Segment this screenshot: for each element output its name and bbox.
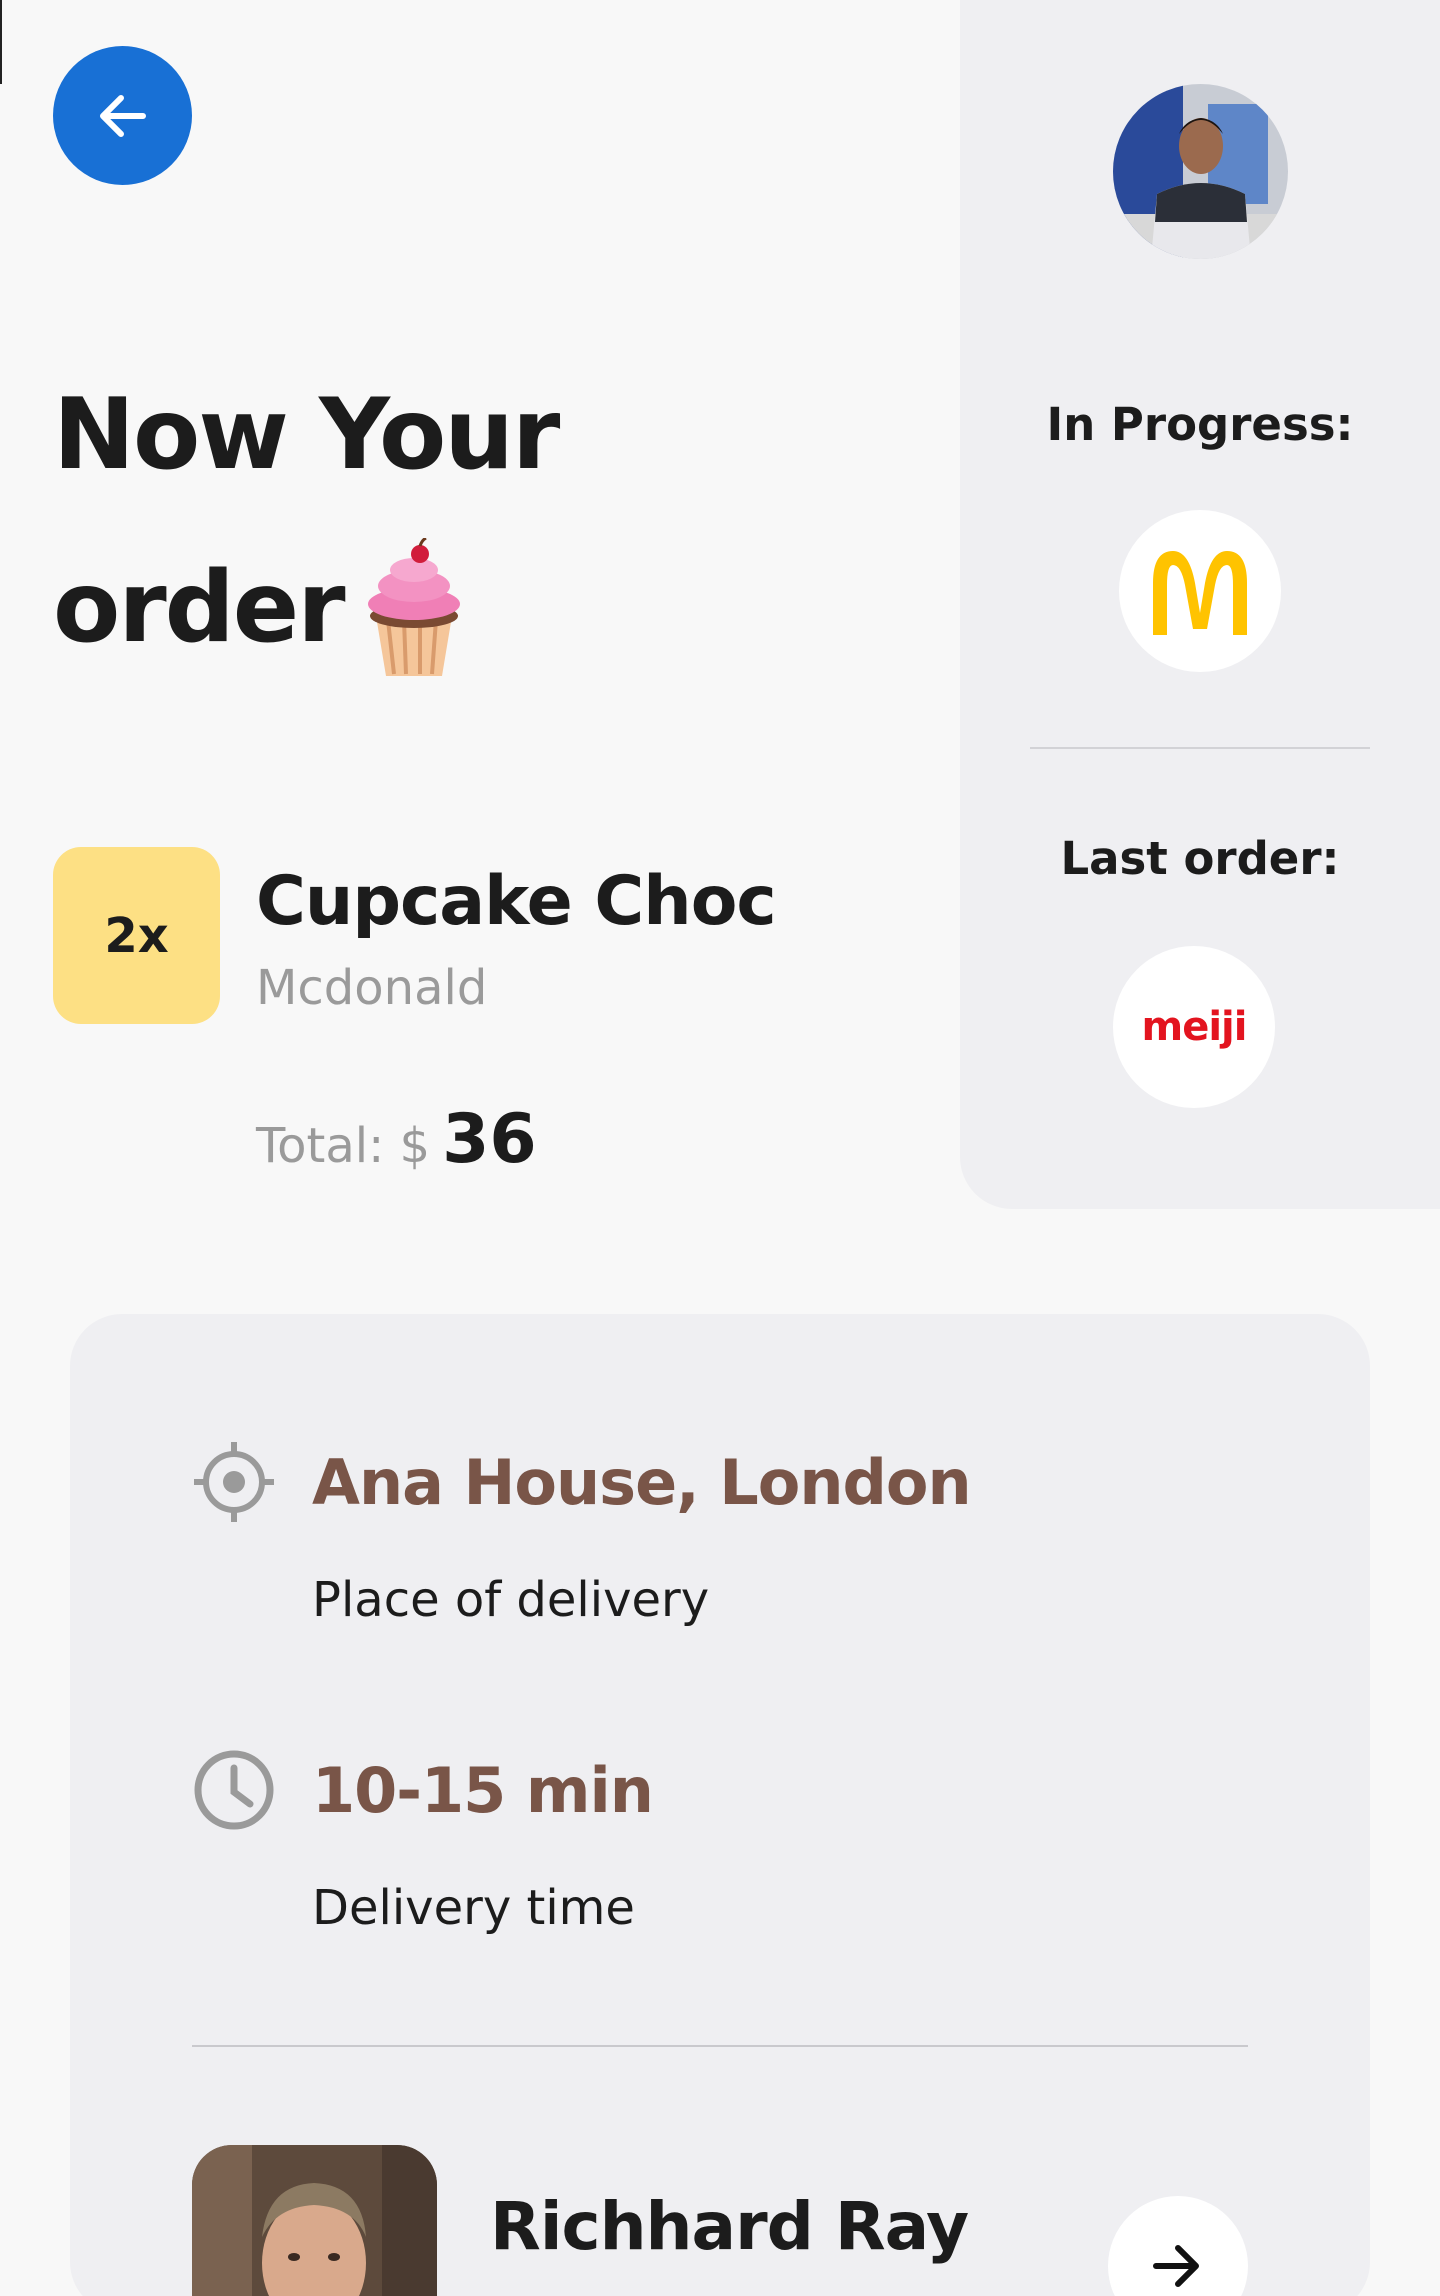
meiji-logo[interactable]: meiji xyxy=(1113,946,1275,1108)
card-divider xyxy=(192,2045,1248,2047)
page-title-text: order xyxy=(53,551,346,665)
arrow-right-icon xyxy=(1153,2245,1199,2287)
back-button[interactable] xyxy=(53,46,192,185)
order-total: Total: $ 36 xyxy=(256,1100,537,1179)
meiji-logo-text: meiji xyxy=(1141,1004,1248,1050)
location-target-icon xyxy=(194,1442,274,1522)
in-progress-label: In Progress: xyxy=(1046,398,1354,451)
arrow-left-icon xyxy=(99,94,146,137)
item-name: Cupcake Choc xyxy=(256,862,777,941)
cupcake-icon xyxy=(367,538,460,676)
last-order-label: Last order: xyxy=(1060,832,1340,885)
page-title-line1: Now Your xyxy=(53,378,560,492)
text-cursor xyxy=(0,0,2,84)
page-title-line2: order xyxy=(53,538,464,678)
total-label: Total: $ xyxy=(256,1118,431,1174)
driver-name: Richhard Ray xyxy=(490,2188,969,2265)
delivery-place: Ana House, London xyxy=(312,1446,972,1519)
total-value: 36 xyxy=(442,1100,537,1179)
clock-icon xyxy=(194,1750,274,1830)
mcdonalds-arches-icon xyxy=(1153,551,1247,635)
mcdonalds-logo[interactable] xyxy=(1119,510,1281,672)
quantity-badge: 2x xyxy=(53,847,220,1024)
delivery-time: 10-15 min xyxy=(312,1754,654,1827)
item-store: Mcdonald xyxy=(256,960,488,1016)
delivery-place-label: Place of delivery xyxy=(312,1572,710,1628)
driver-avatar[interactable] xyxy=(192,2145,437,2296)
delivery-time-label: Delivery time xyxy=(312,1880,635,1936)
user-avatar[interactable] xyxy=(1113,84,1288,259)
panel-divider xyxy=(1030,747,1370,749)
